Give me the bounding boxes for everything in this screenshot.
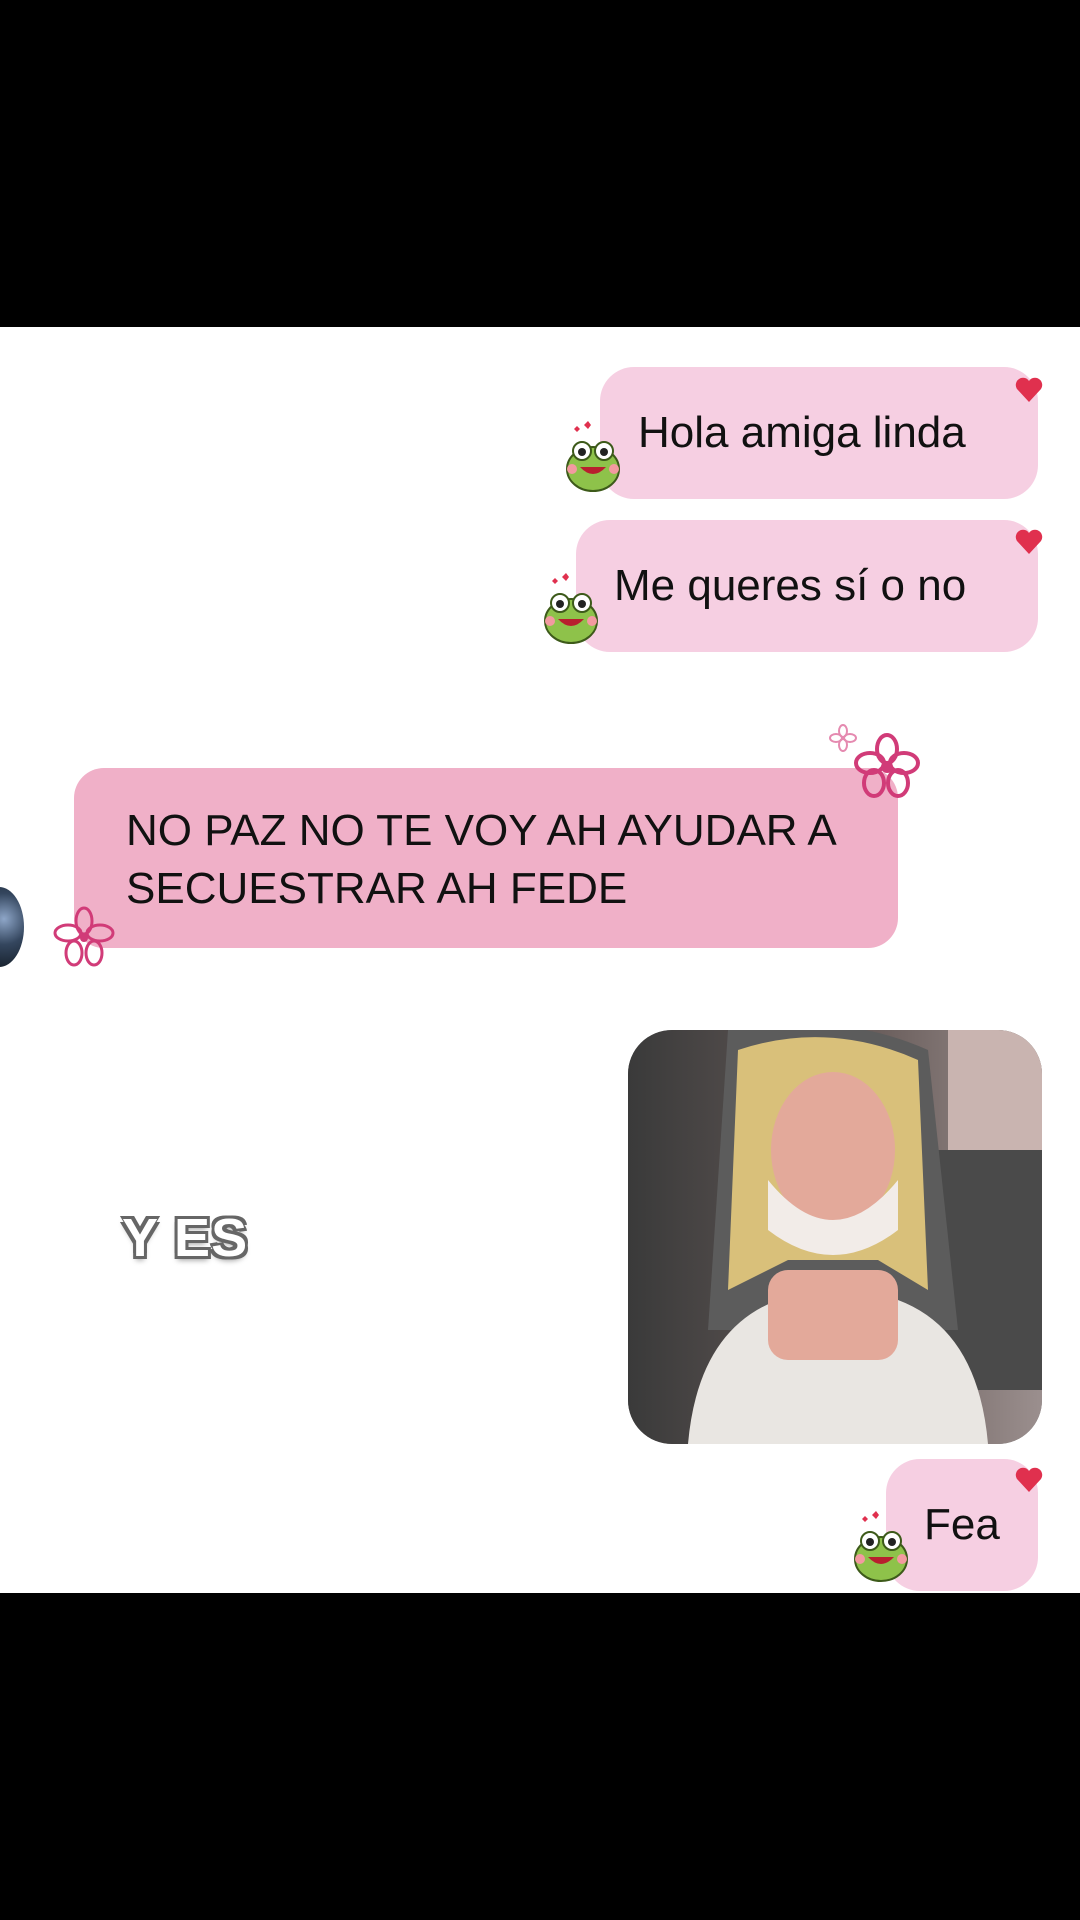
photo-message[interactable] [628, 1030, 1042, 1444]
video-caption: Y ES [122, 1208, 249, 1268]
frog-sticker-icon [544, 573, 598, 644]
flower-icon [854, 733, 920, 798]
photo-image [628, 1030, 1042, 1444]
flower-icon [53, 906, 115, 967]
flower-icon [829, 724, 857, 752]
message-bubble-outgoing[interactable]: Hola amiga linda [600, 367, 1038, 499]
bottom-letterbox [0, 1593, 1080, 1920]
heart-icon [1015, 377, 1043, 402]
message-text: NO PAZ NO TE VOY AH AYUDAR A SECUESTRAR … [126, 806, 835, 913]
message-bubble-outgoing[interactable]: Me queres sí o no [576, 520, 1038, 652]
chat-area[interactable]: Hola amiga linda Me queres sí o no NO PA… [0, 327, 1080, 1593]
message-text: Me queres sí o no [614, 561, 967, 610]
message-text: Fea [924, 1500, 1000, 1549]
heart-icon [1015, 529, 1043, 554]
message-text: Hola amiga linda [638, 408, 966, 457]
heart-icon [1015, 1467, 1043, 1492]
top-letterbox [0, 0, 1080, 327]
frog-sticker-icon [854, 1511, 908, 1582]
message-bubble-incoming[interactable]: NO PAZ NO TE VOY AH AYUDAR A SECUESTRAR … [74, 768, 898, 948]
frog-sticker-icon [566, 421, 620, 492]
contact-avatar[interactable] [0, 887, 24, 967]
